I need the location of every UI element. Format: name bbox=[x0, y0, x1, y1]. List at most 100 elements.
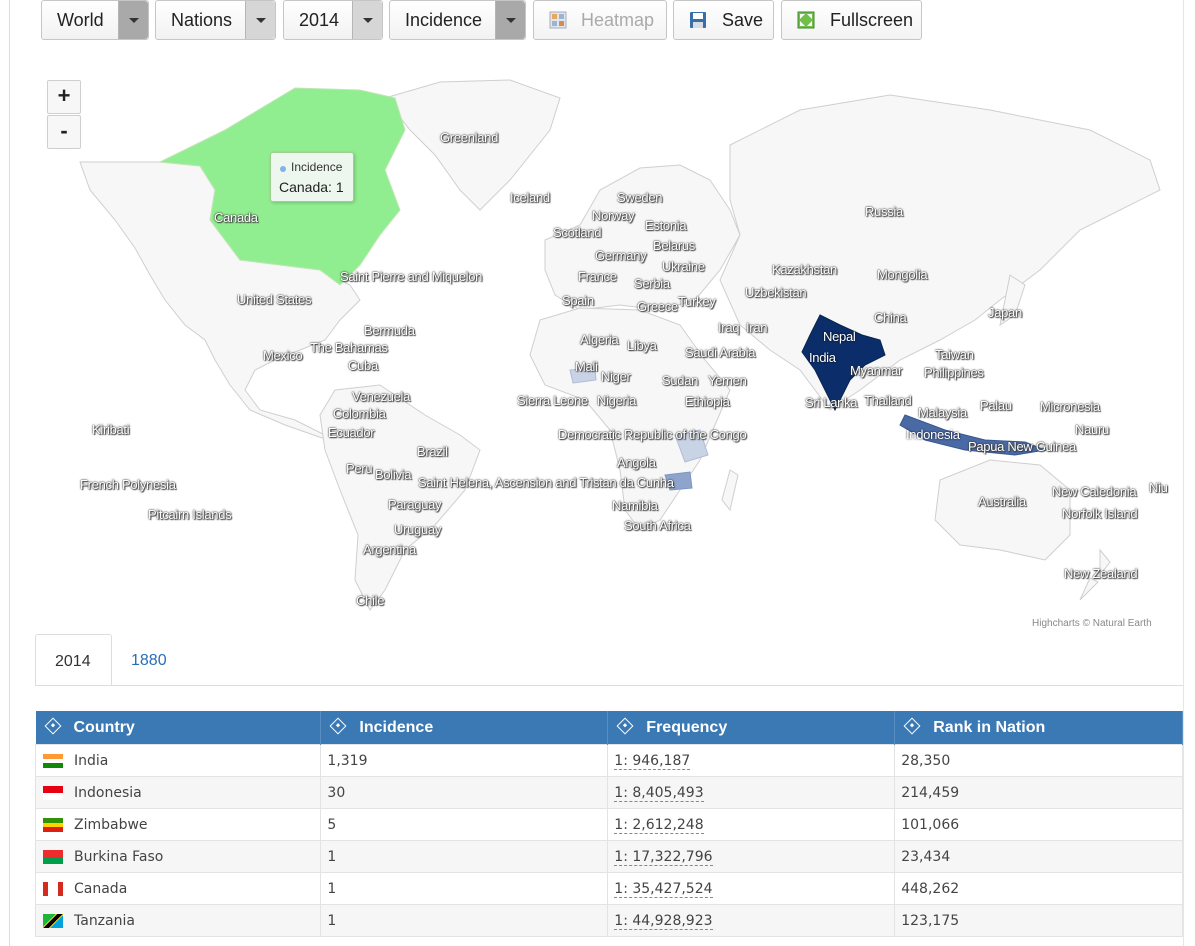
table-row[interactable]: Burkina Faso 1 1: 17,322,796 23,434 bbox=[34, 840, 1183, 873]
country-cell: India bbox=[34, 744, 322, 777]
country-name: Zimbabwe bbox=[74, 816, 148, 833]
rank-cell: 214,459 bbox=[894, 776, 1183, 809]
frequency-value[interactable]: 1: 35,427,524 bbox=[614, 880, 713, 898]
map-label-france: France bbox=[578, 269, 617, 284]
zoom-in-button[interactable]: + bbox=[47, 80, 81, 114]
map-label-myanmar: Myanmar bbox=[850, 363, 903, 378]
tooltip-series: Incidence bbox=[291, 160, 343, 174]
map-label-venezuela: Venezuela bbox=[352, 389, 411, 404]
left-border bbox=[9, 0, 10, 946]
save-button[interactable]: Save bbox=[673, 0, 774, 40]
tab-2014[interactable]: 2014 bbox=[35, 634, 112, 686]
heatmap-label: Heatmap bbox=[581, 10, 655, 30]
table-row[interactable]: Zimbabwe 5 1: 2,612,248 101,066 bbox=[34, 808, 1183, 841]
map-label-india: India bbox=[809, 350, 836, 365]
frequency-cell: 1: 946,187 bbox=[607, 744, 896, 777]
map-label-germany: Germany bbox=[595, 248, 647, 263]
level-select[interactable]: Nations bbox=[155, 0, 276, 40]
burkina-faso-flag-icon bbox=[43, 850, 63, 864]
map-label-south-africa: South Africa bbox=[624, 518, 691, 533]
map-label-malaysia: Malaysia bbox=[918, 405, 967, 420]
fullscreen-button[interactable]: Fullscreen bbox=[781, 0, 922, 40]
chevron-down-icon[interactable] bbox=[352, 1, 382, 39]
map-credit[interactable]: Highcharts © Natural Earth bbox=[1032, 618, 1152, 629]
year-select-value: 2014 bbox=[299, 10, 340, 30]
incidence-cell: 1 bbox=[320, 904, 609, 937]
column-header-country[interactable]: Country bbox=[35, 711, 322, 745]
map-label-palau: Palau bbox=[980, 398, 1012, 413]
rank-cell: 123,175 bbox=[894, 904, 1183, 937]
map-label-argentina: Argentina bbox=[363, 542, 416, 557]
heatmap-button[interactable]: Heatmap bbox=[533, 0, 667, 40]
year-select[interactable]: 2014 bbox=[283, 0, 383, 40]
map-label-saint-pierre-and-miquelon: Saint Pierre and Miquelon bbox=[340, 269, 483, 284]
map-label-niger: Niger bbox=[601, 369, 631, 384]
frequency-value[interactable]: 1: 8,405,493 bbox=[614, 784, 704, 802]
frequency-value[interactable]: 1: 946,187 bbox=[614, 752, 691, 770]
australia-land[interactable] bbox=[934, 459, 1071, 561]
map-label-chile: Chile bbox=[356, 593, 385, 608]
table-row[interactable]: Tanzania 1 1: 44,928,923 123,175 bbox=[34, 904, 1183, 937]
map-label-estonia: Estonia bbox=[645, 218, 687, 233]
column-header-label: Rank in Nation bbox=[933, 718, 1046, 736]
frequency-value[interactable]: 1: 17,322,796 bbox=[614, 848, 713, 866]
map-label-canada: Canada bbox=[214, 210, 258, 225]
tab-1880[interactable]: 1880 bbox=[112, 634, 192, 686]
column-header-label: Incidence bbox=[359, 718, 434, 736]
zoom-out-button[interactable]: - bbox=[47, 115, 81, 149]
chevron-down-icon[interactable] bbox=[495, 1, 525, 39]
chevron-down-icon[interactable] bbox=[118, 1, 148, 39]
chevron-down-icon[interactable] bbox=[245, 1, 275, 39]
rank-cell: 23,434 bbox=[894, 840, 1183, 873]
map-label-thailand: Thailand bbox=[864, 393, 912, 408]
table-row[interactable]: India 1,319 1: 946,187 28,350 bbox=[34, 744, 1183, 777]
column-header-label: Country bbox=[73, 718, 135, 736]
map-label-new-caledonia: New Caledonia bbox=[1052, 484, 1137, 499]
map-label-norway: Norway bbox=[592, 208, 635, 223]
tab-1880-label: 1880 bbox=[131, 652, 167, 669]
results-table: Country Incidence Frequency Rank in Nati… bbox=[34, 711, 1183, 937]
map-label-sweden: Sweden bbox=[617, 190, 663, 205]
incidence-cell: 5 bbox=[320, 808, 609, 841]
map-label-nigeria: Nigeria bbox=[597, 393, 637, 408]
map-label-belarus: Belarus bbox=[653, 238, 695, 253]
map-label-taiwan: Taiwan bbox=[935, 347, 974, 362]
world-map[interactable]: Greenland Iceland Sweden Norway Estonia Scotl… bbox=[40, 70, 1180, 640]
save-label: Save bbox=[722, 10, 764, 30]
map-label-ukraine: Ukraine bbox=[662, 259, 705, 274]
map-label-mongolia: Mongolia bbox=[877, 267, 928, 282]
indonesia-flag-icon bbox=[43, 786, 63, 800]
canada-flag-icon bbox=[43, 882, 63, 896]
column-header-incidence[interactable]: Incidence bbox=[320, 711, 609, 745]
incidence-cell: 1 bbox=[320, 872, 609, 905]
country-cell: Indonesia bbox=[34, 776, 322, 809]
region-select[interactable]: World bbox=[41, 0, 149, 40]
country-name: Burkina Faso bbox=[74, 848, 164, 865]
frequency-value[interactable]: 1: 44,928,923 bbox=[614, 912, 713, 930]
right-border bbox=[1183, 0, 1184, 946]
country-name: Canada bbox=[74, 880, 128, 897]
map-label-algeria: Algeria bbox=[580, 332, 619, 347]
map-label-sudan: Sudan bbox=[662, 373, 699, 388]
measure-select[interactable]: Incidence bbox=[389, 0, 526, 40]
table-row[interactable]: Indonesia 30 1: 8,405,493 214,459 bbox=[34, 776, 1183, 809]
tanzania-flag-icon bbox=[43, 914, 63, 928]
map-label-mali: Mali bbox=[575, 359, 598, 374]
country-cell: Tanzania bbox=[34, 904, 322, 937]
map-label-spain: Spain bbox=[562, 293, 594, 308]
table-row[interactable]: Canada 1 1: 35,427,524 448,262 bbox=[34, 872, 1183, 905]
map-label-kazakhstan: Kazakhstan bbox=[772, 262, 837, 277]
country-cell: Zimbabwe bbox=[34, 808, 322, 841]
map-label-united-states: United States bbox=[237, 292, 312, 307]
tab-2014-label: 2014 bbox=[55, 653, 91, 670]
map-label-uruguay: Uruguay bbox=[394, 522, 442, 537]
map-label-uzbekistan: Uzbekistan bbox=[745, 285, 807, 300]
column-header-frequency[interactable]: Frequency bbox=[607, 711, 896, 745]
country-cell: Burkina Faso bbox=[34, 840, 322, 873]
madagascar-land[interactable] bbox=[721, 469, 739, 512]
asia-land[interactable] bbox=[719, 94, 1161, 411]
frequency-value[interactable]: 1: 2,612,248 bbox=[614, 816, 704, 834]
map-label-new-zealand: New Zealand bbox=[1064, 566, 1138, 581]
heatmap-icon bbox=[549, 11, 567, 29]
column-header-rank[interactable]: Rank in Nation bbox=[894, 711, 1183, 745]
